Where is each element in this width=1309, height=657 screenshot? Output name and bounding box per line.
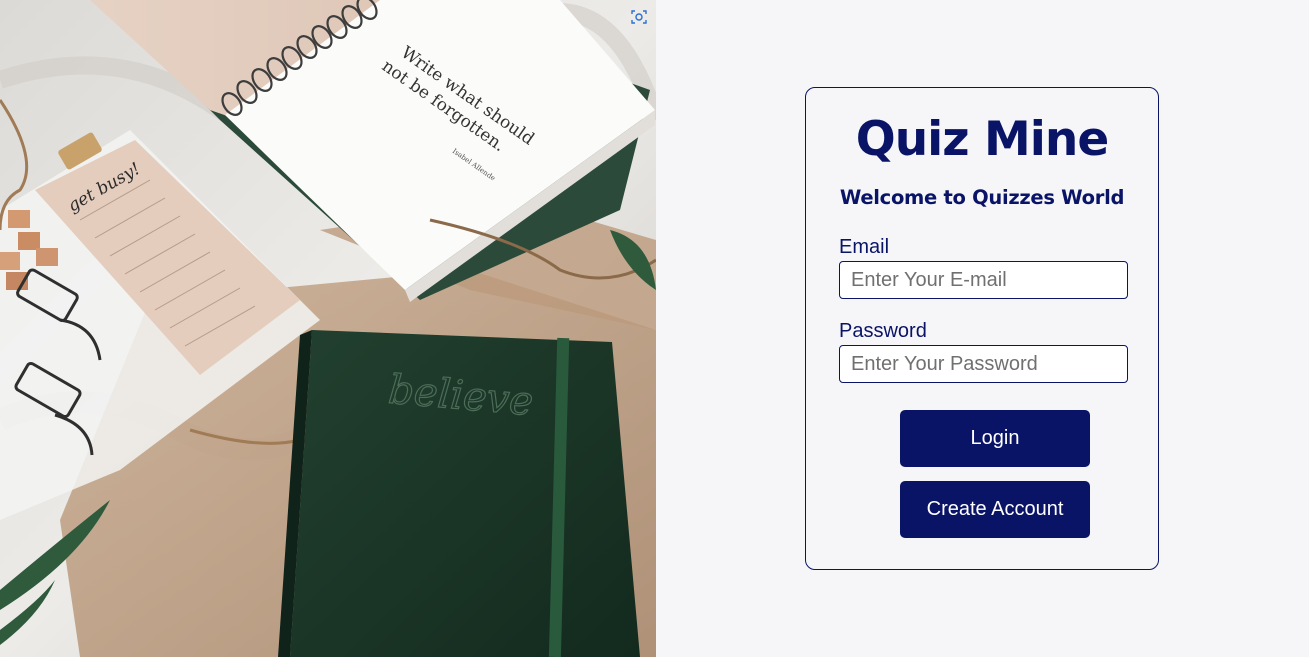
brand-title: Quiz Mine	[855, 112, 1109, 167]
email-label: Email	[839, 236, 890, 258]
login-card: Quiz Mine Welcome to Quizzes World Email…	[805, 87, 1159, 570]
email-field[interactable]	[839, 261, 1128, 299]
green-journal: believe	[278, 330, 640, 657]
create-account-button[interactable]: Create Account	[900, 481, 1090, 538]
password-field[interactable]	[839, 345, 1128, 383]
login-page: Write what should not be forgotten. Isab…	[0, 0, 1309, 657]
visual-search-icon[interactable]	[628, 8, 650, 26]
hero-image: Write what should not be forgotten. Isab…	[0, 0, 656, 657]
login-button[interactable]: Login	[900, 410, 1090, 467]
login-panel: Quiz Mine Welcome to Quizzes World Email…	[656, 0, 1309, 657]
stationery-photo: Write what should not be forgotten. Isab…	[0, 0, 656, 657]
password-label: Password	[839, 320, 927, 342]
welcome-heading: Welcome to Quizzes World	[839, 186, 1125, 209]
